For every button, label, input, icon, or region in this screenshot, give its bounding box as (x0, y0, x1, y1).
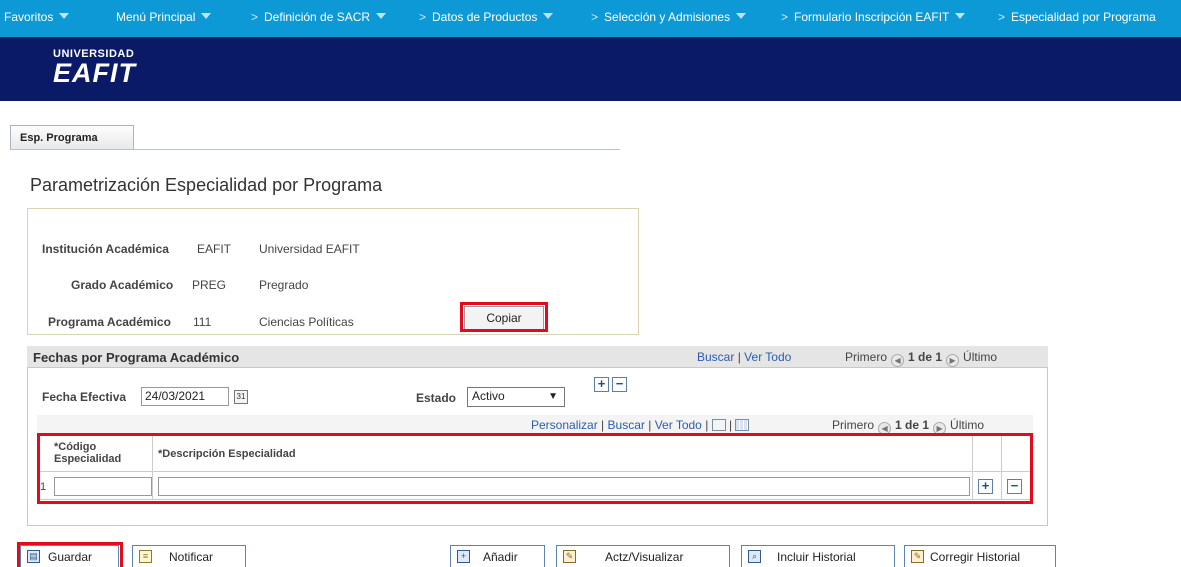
chevron-down-icon (736, 13, 747, 19)
pipe-separator: | (737, 350, 741, 364)
programa-label: Programa Académico (48, 315, 171, 329)
nav-definicion-sacr[interactable]: > Definición de SACR (245, 10, 387, 24)
nav-especialidad-programa[interactable]: > Especialidad por Programa (992, 10, 1156, 24)
nav-datos-productos[interactable]: > Datos de Productos (413, 10, 554, 24)
pipe-separator: | (648, 418, 652, 432)
notificar-button[interactable]: ≡ Notificar (132, 545, 246, 567)
logo-line2: EAFIT (53, 58, 136, 88)
fechas-buscar-link[interactable]: Buscar (697, 350, 734, 364)
tab-esp-programa[interactable]: Esp. Programa (10, 125, 134, 150)
zoom-icon[interactable] (711, 419, 726, 431)
actualizar-label: Actz/Visualizar (605, 550, 684, 564)
next-icon[interactable]: ▶ (946, 354, 960, 367)
add-icon: + (457, 550, 470, 563)
chevron-down-icon: ▼ (548, 391, 558, 402)
grid-ver-todo-link[interactable]: Ver Todo (655, 418, 702, 432)
grado-label: Grado Académico (71, 278, 174, 292)
notify-icon: ≡ (139, 550, 152, 563)
nav-seleccion-admisiones[interactable]: > Selección y Admisiones (585, 10, 747, 24)
institucion-code: EAFIT (197, 242, 232, 256)
nav-datos-productos-label: Datos de Productos (432, 10, 538, 24)
estado-label: Estado (416, 391, 457, 405)
pipe-separator: | (729, 418, 733, 432)
chevron-down-icon (59, 13, 70, 19)
chevron-down-icon (955, 13, 966, 19)
corregir-historial-button[interactable]: ✎ Corregir Historial (904, 545, 1056, 567)
fechas-ver-todo-link[interactable]: Ver Todo (744, 350, 791, 364)
page-title: Parametrización Especialidad por Program… (30, 175, 383, 195)
highlight-grid (37, 433, 1033, 504)
nav-menu-principal-label: Menú Principal (116, 10, 196, 24)
highlight-copiar (460, 302, 548, 332)
nav-especialidad-programa-label: Especialidad por Programa (1011, 10, 1156, 24)
actualizar-button[interactable]: ✎ Actz/Visualizar (556, 545, 730, 567)
fechas-ultimo[interactable]: Último (963, 350, 997, 364)
highlight-guardar (17, 542, 123, 567)
grado-desc: Pregrado (259, 278, 309, 292)
correct-history-icon: ✎ (911, 550, 924, 563)
incluir-label: Incluir Historial (777, 550, 856, 564)
programa-desc: Ciencias Políticas (259, 315, 354, 329)
tab-divider (10, 149, 620, 150)
estado-value: Activo (472, 389, 505, 403)
nav-seleccion-admisiones-label: Selección y Admisiones (604, 10, 731, 24)
fechas-pager: Primero ◀ 1 de 1 ▶ Último (845, 350, 997, 367)
edit-icon: ✎ (563, 550, 576, 563)
fecha-efectiva-label: Fecha Efectiva (42, 390, 127, 404)
corregir-label: Corregir Historial (930, 550, 1021, 564)
nav-menu-principal[interactable]: Menú Principal (116, 10, 212, 24)
fechas-count: 1 de 1 (908, 350, 943, 364)
grid-buscar-link[interactable]: Buscar (608, 418, 645, 432)
grid-links: Personalizar | Buscar | Ver Todo | | (531, 418, 750, 432)
top-navigation-bar: Favoritos Menú Principal > Definición de … (0, 0, 1181, 37)
estado-select[interactable]: Activo ▼ (467, 387, 565, 407)
nav-favoritos-label: Favoritos (4, 10, 54, 24)
fecha-efectiva-input[interactable]: 24/03/2021 (141, 387, 229, 406)
breadcrumb-separator: > (781, 10, 789, 24)
page-header: UNIVERSIDAD EAFIT (0, 37, 1181, 101)
chevron-down-icon (376, 13, 387, 19)
chevron-down-icon (201, 13, 212, 19)
breadcrumb-separator: > (251, 10, 259, 24)
history-icon: ⌕ (748, 550, 761, 563)
pipe-separator: | (601, 418, 605, 432)
personalizar-link[interactable]: Personalizar (531, 418, 598, 432)
calendar-icon[interactable]: 31 (234, 390, 248, 404)
nav-formulario-inscripcion-label: Formulario Inscripción EAFIT (794, 10, 950, 24)
nav-definicion-sacr-label: Definición de SACR (264, 10, 371, 24)
prev-icon[interactable]: ◀ (891, 354, 905, 367)
nav-favoritos[interactable]: Favoritos (4, 10, 70, 24)
anadir-label: Añadir (483, 550, 518, 564)
anadir-button[interactable]: + Añadir (450, 545, 545, 567)
breadcrumb-separator: > (419, 10, 427, 24)
notificar-label: Notificar (169, 550, 214, 564)
delete-row-icon[interactable]: − (612, 377, 627, 392)
pipe-separator: | (705, 418, 709, 432)
fechas-nav: Buscar | Ver Todo (697, 350, 791, 364)
grid-count: 1 de 1 (895, 418, 930, 432)
add-row-icon[interactable]: + (594, 377, 609, 392)
university-logo: UNIVERSIDAD EAFIT (53, 48, 136, 88)
grid-ultimo[interactable]: Último (950, 418, 984, 432)
breadcrumb-separator: > (591, 10, 599, 24)
institucion-desc: Universidad EAFIT (259, 242, 360, 256)
grid-primero[interactable]: Primero (832, 418, 874, 432)
breadcrumb-separator: > (998, 10, 1006, 24)
incluir-historial-button[interactable]: ⌕ Incluir Historial (741, 545, 895, 567)
institucion-label: Institución Académica (42, 242, 169, 256)
fechas-primero[interactable]: Primero (845, 350, 887, 364)
grado-code: PREG (192, 278, 227, 292)
nav-formulario-inscripcion[interactable]: > Formulario Inscripción EAFIT (775, 10, 966, 24)
programa-code: 111 (193, 315, 212, 329)
grid-download-icon[interactable] (735, 419, 750, 431)
fechas-title: Fechas por Programa Académico (33, 350, 240, 365)
chevron-down-icon (543, 13, 554, 19)
